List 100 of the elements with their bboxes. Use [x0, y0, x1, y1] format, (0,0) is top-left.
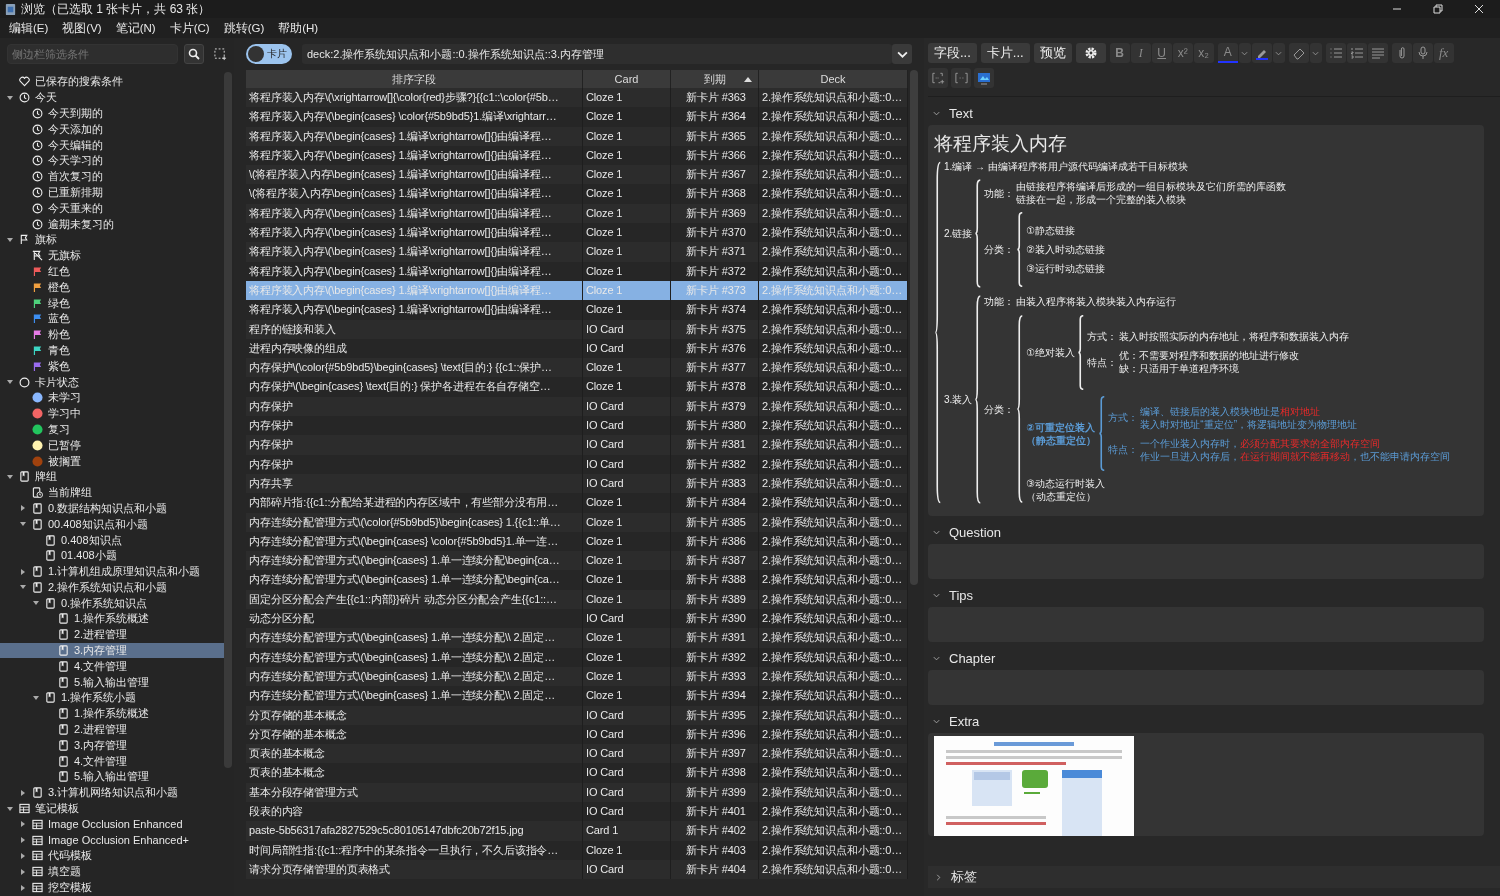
table-row[interactable]: 内存连续分配管理方式\(\begin{cases} 1.单一连续分配\begin{ca… Cloze 1 新卡片 #388 2.操作系统知识点和小题::0… [246, 570, 908, 590]
format-button[interactable]: B [1109, 43, 1130, 63]
sidebar-item[interactable]: 已暂停 [0, 437, 224, 454]
table-row[interactable]: 程序的链接和装入 IO Card 新卡片 #375 2.操作系统知识点和小题::0… [246, 319, 908, 339]
menu-item[interactable]: 视图(V) [62, 20, 102, 36]
sidebar-item[interactable]: 1.计算机组成原理知识点和小题 [0, 563, 224, 580]
expand-arrow-icon[interactable] [19, 788, 27, 797]
microphone-button[interactable] [1412, 43, 1433, 63]
align-button[interactable] [1367, 43, 1388, 63]
expand-arrow-icon[interactable] [6, 235, 14, 244]
table-row[interactable]: 页表的基本概念 IO Card 新卡片 #398 2.操作系统知识点和小题::0… [246, 763, 908, 783]
table-row[interactable]: 内存连续分配管理方式\(\begin{cases} 1.单一连续分配\\ 2.固定… Cloze 1 新卡片 #392 2.操作系统知识点和小题::0… [246, 647, 908, 667]
sidebar-item[interactable]: 5.输入输出管理 [0, 674, 224, 691]
sidebar-item[interactable]: 紫色 [0, 358, 224, 375]
table-row[interactable]: 内存连续分配管理方式\(\begin{cases} 1.单一连续分配\\ 2.固定… Cloze 1 新卡片 #393 2.操作系统知识点和小题::0… [246, 666, 908, 687]
table-row[interactable]: 将程序装入内存\(\begin{cases} 1.编译\xrightarrow[]{}由编译程… Cloze 1 新卡片 #374 2.操作系统知识点和小题::0… [246, 300, 908, 320]
table-row[interactable]: 内存保护 IO Card 新卡片 #380 2.操作系统知识点和小题::0… [246, 416, 908, 436]
sidebar-item[interactable]: 0.操作系统知识点 [0, 595, 224, 612]
column-header[interactable]: Deck [759, 70, 908, 88]
sidebar-item[interactable]: 1.操作系统概述 [0, 611, 224, 627]
close-icon[interactable] [1474, 4, 1484, 14]
toolbar-button[interactable]: 字段... [928, 43, 977, 63]
sidebar-item[interactable]: 红色 [0, 263, 224, 280]
table-row[interactable]: 内存连续分配管理方式\(\begin{cases} 1.单一连续分配\begin{ca… Cloze 1 新卡片 #387 2.操作系统知识点和小题::0… [246, 551, 908, 571]
sidebar-item[interactable]: 粉色 [0, 326, 224, 343]
image-occlusion-button[interactable] [974, 68, 994, 88]
table-row[interactable]: 内存保护\(\begin{cases} \text{目的:} 保护各进程在各自存储空… Cloze 1 新卡片 #378 2.操作系统知识点和小题::0… [246, 377, 908, 397]
toolbar-button[interactable]: 预览 [1033, 43, 1072, 63]
table-row[interactable]: 内存保护\(\color{#5b9bd5}\begin{cases} \text{目的:} {{c1::保护… Cloze 1 新卡片 #377 2.操作系统知识点和小题::0… [246, 358, 908, 378]
sidebar-item[interactable]: 1.操作系统小题 [0, 690, 224, 706]
sidebar-item[interactable]: 蓝色 [0, 310, 224, 327]
column-header[interactable]: Card [583, 70, 671, 88]
search-button[interactable] [184, 44, 204, 64]
menu-item[interactable]: 跳转(G) [223, 20, 265, 36]
format-button[interactable]: x² [1172, 43, 1193, 63]
sidebar-item[interactable]: 2.进程管理 [0, 626, 224, 643]
bullet-list-button[interactable] [1325, 43, 1346, 63]
table-row[interactable]: 分页存储的基本概念 IO Card 新卡片 #395 2.操作系统知识点和小题::0… [246, 705, 908, 725]
sidebar-search-field[interactable]: 侧边栏筛选条件 [7, 44, 178, 64]
table-row[interactable]: 将程序装入内存\(\begin{cases} 1.编译\xrightarrow[]{}由编译程… Cloze 1 新卡片 #369 2.操作系统知识点和小题::0… [246, 203, 908, 224]
format-button[interactable]: I [1130, 43, 1151, 63]
table-row[interactable]: 将程序装入内存\(\begin{cases} 1.编译\xrightarrow[]{}由编译程… Cloze 1 新卡片 #372 2.操作系统知识点和小题::0… [246, 261, 908, 281]
table-row[interactable]: 内存保护 IO Card 新卡片 #379 2.操作系统知识点和小题::0… [246, 396, 908, 417]
table-row[interactable]: 进程内存映像的组成 IO Card 新卡片 #376 2.操作系统知识点和小题::0… [246, 338, 908, 359]
sidebar-item[interactable]: 已保存的搜索条件 [0, 74, 224, 90]
sidebar-item[interactable]: 今天 [0, 89, 224, 106]
table-row[interactable]: 时间局部性指:{{c1::程序中的某条指令一旦执行，不久后该指令… Cloze 1 新卡片 #403 2.操作系统知识点和小题::0… [246, 840, 908, 860]
table-row[interactable]: 将程序装入内存\(\begin{cases} 1.编译\xrightarrow[]{}由编译程… Cloze 1 新卡片 #371 2.操作系统知识点和小题::0… [246, 242, 908, 262]
format-button[interactable]: x₂ [1193, 43, 1214, 63]
field-header[interactable]: Question [928, 520, 1484, 544]
sidebar-item[interactable]: 逾期未复习的 [0, 216, 224, 232]
sidebar-item[interactable]: 绿色 [0, 295, 224, 311]
math-button[interactable]: fx [1433, 43, 1454, 63]
sidebar-item[interactable]: 4.文件管理 [0, 753, 224, 770]
expand-arrow-icon[interactable] [19, 836, 27, 845]
expand-arrow-icon[interactable] [19, 851, 27, 860]
search-field[interactable]: deck:2.操作系统知识点和小题::0.操作系统知识点::3.内存管理 [302, 44, 892, 64]
expand-arrow-icon[interactable] [19, 883, 27, 892]
table-row[interactable]: 内存保护 IO Card 新卡片 #382 2.操作系统知识点和小题::0… [246, 454, 908, 474]
expand-arrow-icon[interactable] [19, 567, 27, 576]
text-color-button[interactable]: A [1217, 43, 1238, 63]
expand-arrow-icon[interactable] [19, 504, 27, 513]
highlight-button[interactable] [1251, 43, 1272, 63]
sidebar-item[interactable]: 0.408知识点 [0, 532, 224, 548]
sidebar-item[interactable]: 卡片状态 [0, 374, 224, 390]
table-row[interactable]: 内存共享 IO Card 新卡片 #383 2.操作系统知识点和小题::0… [246, 473, 908, 494]
sidebar-item[interactable]: 2.进程管理 [0, 721, 224, 738]
numbered-list-button[interactable] [1346, 43, 1367, 63]
column-header[interactable]: 到期 [671, 70, 759, 88]
expand-arrow-icon[interactable] [19, 867, 27, 876]
expand-arrow-icon[interactable] [6, 804, 14, 813]
sidebar-item[interactable]: 笔记模板 [0, 800, 224, 817]
expand-arrow-icon[interactable] [19, 820, 27, 829]
sidebar-item[interactable]: 橙色 [0, 279, 224, 296]
sidebar-item[interactable]: 今天添加的 [0, 121, 224, 138]
table-row[interactable]: \(将程序装入内存\begin{cases} 1.编译\xrightarrow[]{}由编译程… Cloze 1 新卡片 #367 2.操作系统知识点和小题::0… [246, 165, 908, 185]
menu-item[interactable]: 笔记(N) [115, 20, 156, 36]
attach-button[interactable] [1391, 43, 1412, 63]
field-header[interactable]: Text [928, 101, 1484, 125]
table-row[interactable]: 将程序装入内存\(\begin{cases} 1.编译\xrightarrow[]{}由编译程… Cloze 1 新卡片 #365 2.操作系统知识点和小题::0… [246, 126, 908, 146]
sidebar-item[interactable]: 00.408知识点和小题 [0, 516, 224, 533]
table-row[interactable]: 将程序装入内存\(\xrightarrow[]{\color{red}步骤?}{{c1::\color{#5b… Cloze 1 新卡片 #363 2.操作系统知识点和小题::0… [246, 88, 908, 108]
toolbar-button[interactable]: 卡片... [980, 43, 1030, 63]
table-row[interactable]: paste-5b56317afa2827529c5c80105147dbfc20b72f15.jpg Card 1 新卡片 #402 2.操作系统知识点和小题::0… [246, 821, 908, 841]
table-row[interactable]: 固定分区分配会产生{{c1::内部}}碎片 动态分区分配会产生{{c1::… Cloze 1 新卡片 #389 2.操作系统知识点和小题::0… [246, 589, 908, 609]
expand-arrow-icon[interactable] [32, 693, 40, 702]
expand-arrow-icon[interactable] [6, 472, 14, 481]
table-row[interactable]: 内部碎片指:{{c1::分配给某进程的内存区域中，有些部分没有用… Cloze 1 新卡片 #384 2.操作系统知识点和小题::0… [246, 493, 908, 513]
sidebar-item[interactable]: Image Occlusion Enhanced+ [0, 832, 224, 849]
menu-item[interactable]: 帮助(H) [278, 20, 319, 36]
sidebar-item[interactable]: 当前牌组 [0, 484, 224, 501]
field-header[interactable]: Chapter [928, 646, 1484, 670]
menu-item[interactable]: 卡片(C) [169, 20, 210, 36]
menu-item[interactable]: 编辑(E) [9, 20, 49, 36]
table-row[interactable]: 将程序装入内存\(\begin{cases} 1.编译\xrightarrow[]{}由编译程… Cloze 1 新卡片 #366 2.操作系统知识点和小题::0… [246, 145, 908, 166]
tags-header[interactable]: 标签 [928, 866, 1500, 888]
table-row[interactable]: 基本分段存储管理方式 IO Card 新卡片 #399 2.操作系统知识点和小题::0… [246, 782, 908, 802]
table-row[interactable]: \(将程序装入内存\begin{cases} 1.编译\xrightarrow[]{}由编译程… Cloze 1 新卡片 #368 2.操作系统知识点和小题::0… [246, 184, 908, 204]
sidebar-item[interactable]: 学习中 [0, 405, 224, 422]
sidebar-item[interactable]: 牌组 [0, 468, 224, 485]
